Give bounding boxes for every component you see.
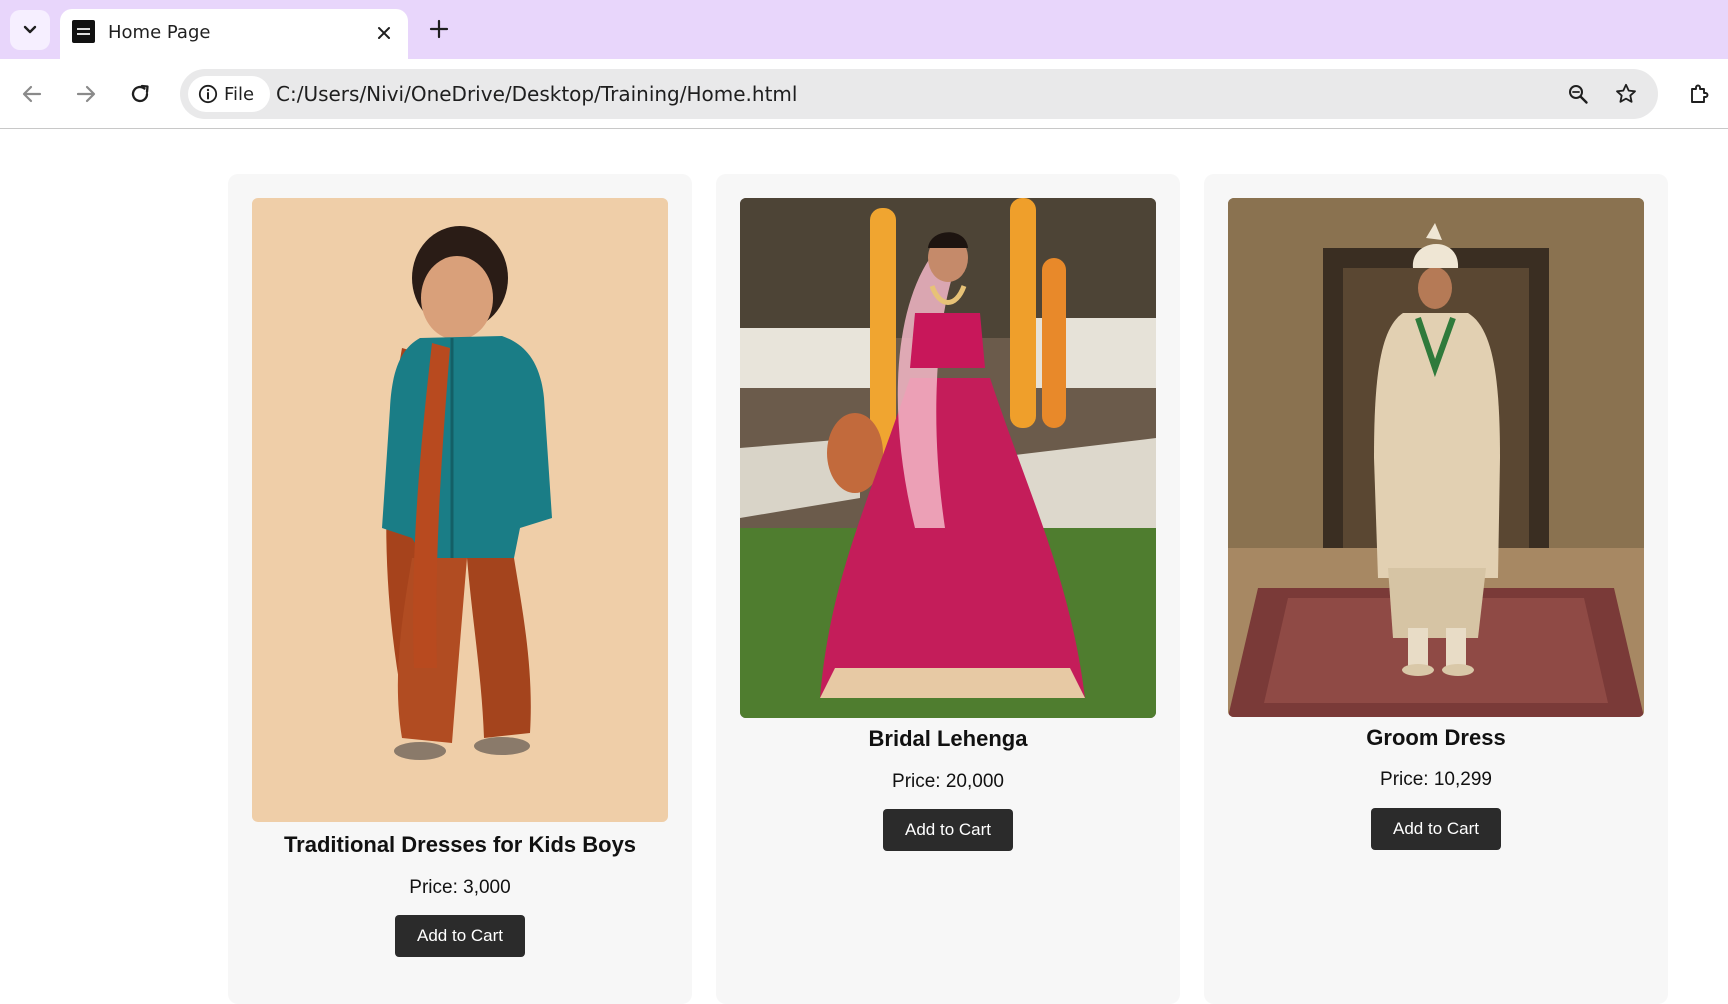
arrow-right-icon bbox=[76, 85, 96, 103]
tab-close-button[interactable] bbox=[372, 21, 396, 45]
info-icon bbox=[198, 84, 218, 104]
reload-button[interactable] bbox=[122, 76, 158, 112]
product-title: Bridal Lehenga bbox=[868, 726, 1028, 751]
new-tab-button[interactable] bbox=[424, 14, 454, 44]
reload-icon bbox=[131, 84, 149, 103]
forward-button[interactable] bbox=[68, 76, 104, 112]
product-price: Price: 20,000 bbox=[892, 771, 1004, 792]
star-icon bbox=[1616, 83, 1636, 103]
arrow-left-icon bbox=[22, 85, 42, 103]
zoom-icon bbox=[1569, 85, 1588, 104]
product-price: Price: 10,299 bbox=[1380, 769, 1492, 790]
product-title: Groom Dress bbox=[1366, 725, 1506, 750]
plus-icon bbox=[429, 19, 449, 39]
url-text[interactable]: C:/Users/Nivi/OneDrive/Desktop/Training/… bbox=[276, 82, 797, 106]
product-card: Bridal Lehenga Price: 20,000 Add to Cart bbox=[716, 174, 1180, 1004]
chevron-down-icon bbox=[23, 25, 37, 34]
product-price: Price: 3,000 bbox=[409, 877, 511, 898]
tab-strip: Home Page bbox=[0, 0, 1728, 59]
add-to-cart-button[interactable]: Add to Cart bbox=[395, 915, 525, 957]
product-card: Groom Dress Price: 10,299 Add to Cart bbox=[1204, 174, 1668, 1004]
tab-search-button[interactable] bbox=[10, 10, 50, 50]
browser-toolbar: File C:/Users/Nivi/OneDrive/Desktop/Trai… bbox=[0, 59, 1728, 129]
back-button[interactable] bbox=[14, 76, 50, 112]
product-image bbox=[252, 198, 668, 822]
bookmark-button[interactable] bbox=[1612, 80, 1640, 108]
site-info-chip[interactable]: File bbox=[188, 76, 270, 112]
site-info-label: File bbox=[224, 83, 255, 105]
zoom-button[interactable] bbox=[1564, 80, 1592, 108]
add-to-cart-button[interactable]: Add to Cart bbox=[883, 809, 1013, 851]
tab-title: Home Page bbox=[108, 22, 211, 43]
browser-tab[interactable]: Home Page bbox=[60, 9, 408, 59]
address-bar[interactable]: File C:/Users/Nivi/OneDrive/Desktop/Trai… bbox=[180, 69, 1658, 119]
close-icon bbox=[378, 27, 390, 39]
extensions-button[interactable] bbox=[1682, 76, 1718, 112]
product-image bbox=[1228, 198, 1644, 717]
product-title: Traditional Dresses for Kids Boys bbox=[283, 832, 637, 857]
product-image bbox=[740, 198, 1156, 718]
puzzle-icon bbox=[1691, 84, 1709, 103]
page-content: Traditional Dresses for Kids Boys Price:… bbox=[0, 130, 1728, 1004]
favicon-icon bbox=[72, 20, 95, 43]
product-card: Traditional Dresses for Kids Boys Price:… bbox=[228, 174, 692, 1004]
add-to-cart-button[interactable]: Add to Cart bbox=[1371, 808, 1501, 850]
